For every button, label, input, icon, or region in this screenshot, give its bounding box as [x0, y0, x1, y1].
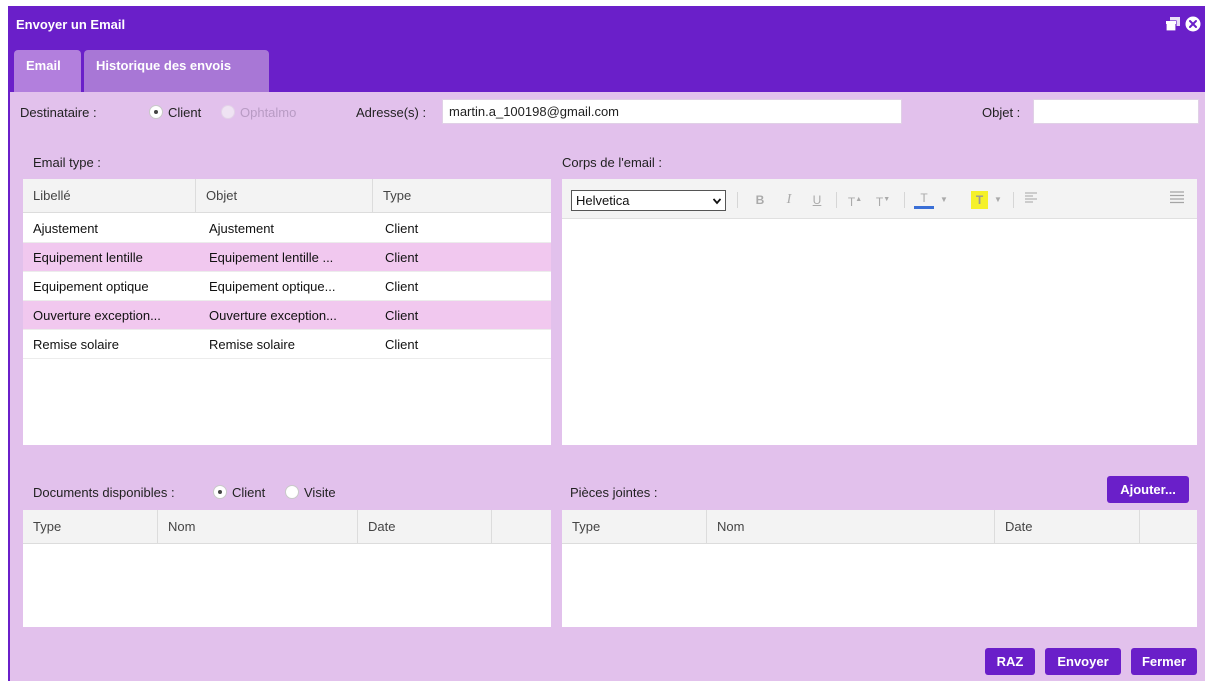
documents-client-radio[interactable]	[213, 485, 227, 499]
recipient-ophtalmo-radio	[221, 105, 235, 119]
tab-history[interactable]: Historique des envois	[84, 50, 269, 92]
documents-label: Documents disponibles :	[33, 485, 175, 500]
documents-visite-label[interactable]: Visite	[304, 485, 336, 500]
table-row[interactable]: Ouverture exception... Ouverture excepti…	[23, 301, 551, 330]
recipient-ophtalmo-label: Ophtalmo	[240, 105, 297, 120]
close-button[interactable]: Fermer	[1131, 648, 1197, 675]
column-header-type[interactable]: Type	[562, 510, 707, 544]
superscript-icon[interactable]: T▲	[844, 191, 866, 209]
table-row[interactable]: Equipement lentille Equipement lentille …	[23, 243, 551, 272]
subject-label: Objet :	[982, 105, 1021, 120]
address-input[interactable]: martin.a_100198@gmail.com	[442, 99, 902, 124]
attachments-grid-header: Type Nom Date	[562, 510, 1197, 544]
italic-icon[interactable]: I	[781, 191, 797, 209]
column-header-type[interactable]: Type	[23, 510, 158, 544]
toolbar-separator	[737, 192, 738, 208]
text-color-icon[interactable]: T	[914, 191, 934, 209]
email-dialog: Envoyer un Email Email Historique des en…	[8, 6, 1205, 681]
column-header-nom[interactable]: Nom	[707, 510, 995, 544]
dialog-titlebar[interactable]: Envoyer un Email	[10, 6, 1205, 42]
column-header-extra	[492, 510, 551, 544]
email-type-label: Email type :	[33, 155, 101, 170]
send-button[interactable]: Envoyer	[1045, 648, 1121, 675]
chevron-down-icon	[713, 198, 721, 205]
toolbar-separator	[904, 192, 905, 208]
chevron-down-icon[interactable]: ▼	[992, 191, 1004, 209]
subject-input[interactable]	[1033, 99, 1199, 124]
add-attachment-button[interactable]: Ajouter...	[1107, 476, 1189, 503]
column-header-objet[interactable]: Objet	[196, 179, 373, 213]
align-left-icon[interactable]	[1023, 191, 1039, 209]
chevron-down-icon[interactable]: ▼	[938, 191, 950, 209]
restore-window-icon[interactable]	[1165, 16, 1181, 32]
toolbar-separator	[1013, 192, 1014, 208]
table-row[interactable]: Ajustement Ajustement Client	[23, 214, 551, 243]
bold-icon[interactable]: B	[752, 191, 768, 209]
recipient-label: Destinataire :	[20, 105, 97, 120]
attachments-label: Pièces jointes :	[570, 485, 658, 500]
body-label: Corps de l'email :	[562, 155, 663, 170]
address-label: Adresse(s) :	[356, 105, 427, 120]
email-type-grid-header: Libellé Objet Type	[23, 179, 551, 213]
font-family-select[interactable]: Helvetica	[571, 190, 726, 211]
attachments-grid: Type Nom Date	[562, 510, 1197, 627]
documents-grid: Type Nom Date	[23, 510, 551, 627]
close-icon[interactable]	[1185, 16, 1201, 32]
table-row[interactable]: Remise solaire Remise solaire Client	[23, 330, 551, 359]
tab-bar: Email Historique des envois	[10, 42, 1205, 92]
column-header-libelle[interactable]: Libellé	[23, 179, 196, 213]
font-family-value: Helvetica	[576, 193, 630, 208]
list-icon[interactable]	[1168, 191, 1186, 209]
documents-grid-header: Type Nom Date	[23, 510, 551, 544]
recipient-client-radio[interactable]	[149, 105, 163, 119]
tab-email[interactable]: Email	[14, 50, 81, 92]
column-header-date[interactable]: Date	[995, 510, 1140, 544]
table-row[interactable]: Equipement optique Equipement optique...…	[23, 272, 551, 301]
reset-button[interactable]: RAZ	[985, 648, 1035, 675]
highlight-color-icon[interactable]: T	[971, 191, 988, 209]
email-type-grid: Libellé Objet Type Ajustement Ajustement…	[23, 179, 551, 445]
toolbar-separator	[836, 192, 837, 208]
dialog-title: Envoyer un Email	[16, 17, 126, 32]
editor-toolbar: Helvetica B I U T▲ T▼ T ▼ T ▼	[562, 179, 1197, 219]
underline-icon[interactable]: U	[809, 191, 825, 209]
column-header-date[interactable]: Date	[358, 510, 492, 544]
subscript-icon[interactable]: T▼	[872, 191, 894, 209]
column-header-extra	[1140, 510, 1197, 544]
body-text-area[interactable]	[562, 220, 1197, 445]
body-editor: Helvetica B I U T▲ T▼ T ▼ T ▼	[562, 179, 1197, 445]
documents-visite-radio[interactable]	[285, 485, 299, 499]
column-header-type[interactable]: Type	[373, 179, 551, 213]
column-header-nom[interactable]: Nom	[158, 510, 358, 544]
recipient-client-label[interactable]: Client	[168, 105, 201, 120]
documents-client-label[interactable]: Client	[232, 485, 265, 500]
